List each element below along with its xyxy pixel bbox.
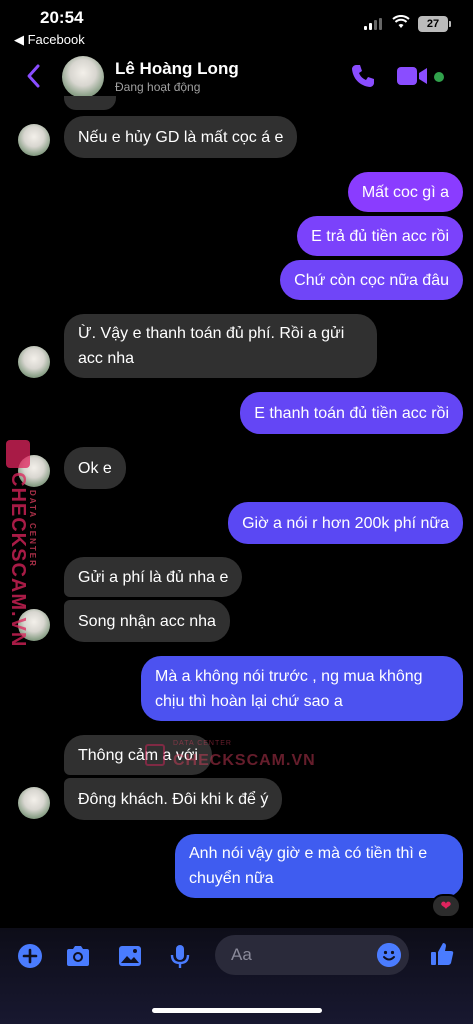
watermark-tagline: DATA CENTER <box>28 490 37 568</box>
message-bubble-incoming[interactable]: Song nhận acc nha <box>64 600 230 642</box>
message-bubble-partial <box>64 96 116 110</box>
battery-icon: 27 <box>418 16 451 32</box>
message-composer <box>0 928 473 1024</box>
message-bubble-outgoing[interactable]: Mà a không nói trước , ng mua không chịu… <box>141 656 463 721</box>
message-bubble-incoming[interactable]: Ok e <box>64 447 126 489</box>
contact-name[interactable]: Lê Hoàng Long <box>115 59 239 79</box>
camera-icon[interactable] <box>64 942 92 970</box>
watermark-side: CHECKSCAM.VN DATA CENTER <box>2 440 42 647</box>
avatar[interactable] <box>18 124 50 156</box>
heart-icon[interactable]: ❤ <box>431 894 461 918</box>
message-bubble-outgoing[interactable]: Mất coc gì a <box>347 172 463 212</box>
message-bubble-incoming[interactable]: Đông khách. Đôi khi k để ý <box>64 778 283 820</box>
message-bubble-outgoing[interactable]: Chứ còn cọc nữa đâu <box>280 260 463 300</box>
status-time: 20:54 <box>40 8 84 27</box>
emoji-icon[interactable] <box>377 943 401 967</box>
message-bubble-incoming[interactable]: Ừ. Vậy e thanh toán đủ phí. Rồi a gửi ac… <box>64 314 377 378</box>
message-bubble-incoming[interactable]: Nếu e hủy GD là mất cọc á e <box>64 116 298 158</box>
lock-icon <box>6 440 30 468</box>
home-indicator <box>152 1008 322 1013</box>
image-icon[interactable] <box>116 942 144 970</box>
message-bubble-outgoing[interactable]: E thanh toán đủ tiền acc rồi <box>240 392 463 434</box>
contact-avatar[interactable] <box>62 56 104 98</box>
message-bubble-outgoing[interactable]: Anh nói vậy giờ e mà có tiền thì e chuyể… <box>175 834 463 898</box>
status-bar: 20:54 ◀ Facebook 27 <box>0 0 473 50</box>
message-bubble-outgoing[interactable]: E trả đủ tiền acc rồi <box>297 216 463 256</box>
video-camera-icon[interactable] <box>397 65 429 87</box>
microphone-icon[interactable] <box>166 942 194 970</box>
avatar[interactable] <box>18 346 50 378</box>
message-bubble-incoming[interactable]: Gửi a phí là đủ nha e <box>64 557 243 597</box>
online-indicator <box>434 72 444 82</box>
message-input[interactable] <box>231 943 371 967</box>
contact-status: Đang hoạt động <box>115 80 201 94</box>
avatar[interactable] <box>18 787 50 819</box>
chat-header: Lê Hoàng Long Đang hoạt động <box>0 50 473 102</box>
wifi-icon <box>392 15 410 28</box>
watermark-brand: CHECKSCAM.VN <box>7 472 29 648</box>
signal-icon <box>364 18 384 30</box>
message-bubble-incoming[interactable]: Thông cảm a với <box>64 735 212 775</box>
message-input-box[interactable] <box>215 935 409 975</box>
phone-icon[interactable] <box>350 63 376 89</box>
message-bubble-outgoing[interactable]: Giờ a nói r hơn 200k phí nữa <box>228 502 463 544</box>
plus-circle-icon[interactable] <box>16 942 44 970</box>
thumbs-up-icon[interactable] <box>428 940 456 968</box>
back-to-app-link[interactable]: ◀ Facebook <box>14 32 85 48</box>
back-chevron-icon[interactable] <box>22 62 46 90</box>
